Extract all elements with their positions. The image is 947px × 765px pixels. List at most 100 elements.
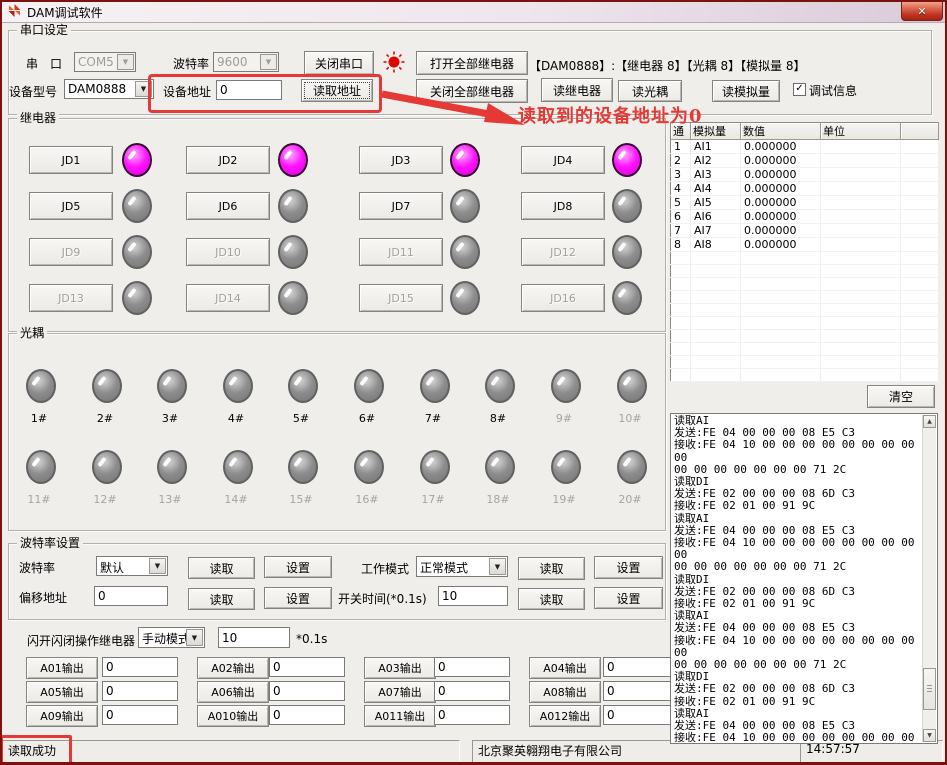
offset-read-button[interactable]: 读取 — [188, 588, 255, 610]
table-row[interactable]: 1AI10.000000 — [671, 140, 939, 154]
output-button-a09输出[interactable]: A09输出 — [26, 705, 98, 727]
table-row[interactable] — [671, 356, 939, 369]
table-row[interactable]: 2AI20.000000 — [671, 154, 939, 168]
flash-time-input[interactable] — [218, 627, 290, 648]
scroll-up-icon[interactable]: ▲ — [923, 415, 936, 428]
output-value-a08输出[interactable] — [603, 681, 679, 701]
baud-set-button[interactable]: 设置 — [264, 556, 332, 578]
model-select[interactable]: DAM0888 ▼ — [64, 79, 154, 99]
table-row[interactable]: 5AI50.000000 — [671, 196, 939, 210]
clear-log-button[interactable]: 清空 — [867, 385, 935, 408]
output-value-a04输出[interactable] — [603, 657, 679, 677]
opto-led-4 — [223, 369, 253, 403]
table-row[interactable]: 6AI60.000000 — [671, 210, 939, 224]
close-all-relays-button[interactable]: 关闭全部继电器 — [416, 79, 528, 103]
scroll-down-icon[interactable]: ▼ — [923, 729, 936, 742]
baud2-select[interactable]: 默认 ▼ — [96, 556, 168, 576]
close-port-button[interactable]: 关闭串口 — [304, 51, 374, 75]
output-button-a07输出[interactable]: A07输出 — [364, 681, 436, 703]
output-value-a03输出[interactable] — [434, 657, 510, 677]
switch-time-set-button[interactable]: 设置 — [594, 587, 663, 609]
switch-time-input[interactable] — [438, 586, 508, 606]
baud2-select-value: 默认 — [100, 559, 124, 576]
output-value-a07输出[interactable] — [434, 681, 510, 701]
table-row[interactable]: 3AI30.000000 — [671, 168, 939, 182]
relay-button-jd10: JD10 — [186, 238, 270, 266]
opto-led-10 — [617, 369, 647, 403]
opto-led-13 — [157, 450, 187, 484]
analog-table[interactable]: 通 模拟量 数值 单位 1AI10.0000002AI20.0000003AI3… — [670, 122, 939, 382]
work-mode-select[interactable]: 正常模式 ▼ — [416, 556, 508, 577]
relay-button-jd2[interactable]: JD2 — [186, 146, 270, 174]
relay-button-jd1[interactable]: JD1 — [29, 146, 113, 174]
close-button[interactable]: ✕ — [901, 1, 943, 21]
offset-addr-input[interactable] — [94, 586, 168, 606]
debug-info-checkbox[interactable]: ✓ — [793, 83, 806, 96]
table-row[interactable] — [671, 291, 939, 304]
offset-set-button[interactable]: 设置 — [264, 587, 332, 609]
opto-led-3 — [157, 369, 187, 403]
relay-button-jd4[interactable]: JD4 — [521, 146, 605, 174]
output-value-a06输出[interactable] — [269, 681, 345, 701]
output-value-a011输出[interactable] — [434, 705, 510, 725]
output-button-a08输出[interactable]: A08输出 — [529, 681, 601, 703]
output-button-a06输出[interactable]: A06输出 — [197, 681, 269, 703]
read-analog-button[interactable]: 读模拟量 — [712, 80, 780, 102]
read-addr-button[interactable]: 读取地址 — [301, 79, 373, 102]
switch-time-read-button[interactable]: 读取 — [518, 588, 585, 610]
relay-button-jd8[interactable]: JD8 — [521, 192, 605, 220]
output-value-a012输出[interactable] — [603, 705, 679, 725]
output-value-a02输出[interactable] — [269, 657, 345, 677]
work-mode-read-button[interactable]: 读取 — [518, 557, 585, 580]
output-button-a03输出[interactable]: A03输出 — [364, 657, 436, 679]
table-row[interactable]: 7AI70.000000 — [671, 224, 939, 238]
scrollbar-thumb[interactable] — [923, 668, 936, 710]
table-row[interactable] — [671, 317, 939, 330]
work-mode-set-button[interactable]: 设置 — [594, 556, 663, 579]
table-row[interactable] — [671, 330, 939, 343]
relay-button-jd5[interactable]: JD5 — [29, 192, 113, 220]
baud-read-button[interactable]: 读取 — [188, 557, 255, 579]
output-value-a09输出[interactable] — [102, 705, 178, 725]
table-row[interactable] — [671, 252, 939, 265]
output-value-a05输出[interactable] — [102, 681, 178, 701]
relay-led-jd5 — [122, 189, 152, 223]
device-addr-input[interactable] — [216, 80, 282, 100]
opto-led-7 — [420, 369, 450, 403]
table-row[interactable] — [671, 369, 939, 382]
output-button-a02输出[interactable]: A02输出 — [197, 657, 269, 679]
baud-settings-group-label: 波特率设置 — [17, 536, 83, 550]
table-row[interactable] — [671, 343, 939, 356]
output-button-a04输出[interactable]: A04输出 — [529, 657, 601, 679]
table-row[interactable] — [671, 278, 939, 291]
output-value-a01输出[interactable] — [102, 657, 178, 677]
flash-mode-select[interactable]: 手动模式 ▼ — [138, 627, 205, 648]
title-bar[interactable]: DAM调试软件 ✕ — [0, 0, 947, 23]
relay-group: 继电器 JD1JD2JD3JD4JD5JD6JD7JD8JD9JD10JD11J… — [8, 118, 666, 332]
opto-label-7: 7# — [413, 412, 453, 425]
relay-button-jd6[interactable]: JD6 — [186, 192, 270, 220]
relay-button-jd3[interactable]: JD3 — [359, 146, 443, 174]
relay-button-jd7[interactable]: JD7 — [359, 192, 443, 220]
model-select-value: DAM0888 — [68, 82, 126, 96]
output-button-a05输出[interactable]: A05输出 — [26, 681, 98, 703]
port-select-value: COM5 — [78, 55, 114, 69]
opto-label-13: 13# — [150, 493, 190, 506]
serial-group-label: 串口设定 — [17, 23, 71, 37]
opto-label-9: 9# — [544, 412, 584, 425]
table-row[interactable]: 4AI40.000000 — [671, 182, 939, 196]
table-row[interactable] — [671, 304, 939, 317]
output-button-a011输出[interactable]: A011输出 — [364, 705, 436, 727]
read-opto-button[interactable]: 读光耦 — [618, 80, 682, 102]
read-relays-button[interactable]: 读继电器 — [541, 78, 613, 102]
comm-log-panel[interactable]: 读取AI 发送:FE 04 00 00 00 08 E5 C3 接收:FE 04… — [670, 413, 938, 744]
table-row[interactable]: 8AI80.000000 — [671, 238, 939, 252]
open-all-relays-button[interactable]: 打开全部继电器 — [416, 51, 528, 75]
relay-led-jd7 — [450, 189, 480, 223]
output-button-a01输出[interactable]: A01输出 — [26, 657, 98, 679]
output-button-a010输出[interactable]: A010输出 — [197, 705, 269, 727]
output-button-a012输出[interactable]: A012输出 — [529, 705, 601, 727]
output-value-a010输出[interactable] — [269, 705, 345, 725]
log-scrollbar[interactable]: ▲ ▼ — [922, 415, 936, 742]
table-row[interactable] — [671, 265, 939, 278]
